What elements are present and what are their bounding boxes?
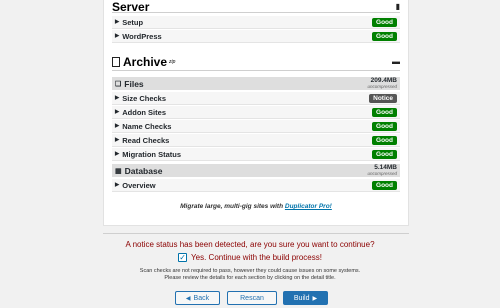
caret-right-icon: ▶ xyxy=(115,182,120,188)
row-label: Read Checks xyxy=(122,135,170,145)
arrow-right-icon: ▶ xyxy=(312,295,318,302)
row-label: Size Checks xyxy=(122,93,167,103)
confirm-label[interactable]: Yes. Continue with the build process! xyxy=(191,253,322,262)
confirm-build-checkbox-row[interactable]: ✓ Yes. Continue with the build process! xyxy=(0,253,500,262)
row-label: Setup xyxy=(122,17,144,27)
status-badge: Good xyxy=(372,122,397,131)
archive-type: zip xyxy=(169,59,176,65)
arrow-left-icon: ◀ xyxy=(185,295,191,302)
status-badge: Good xyxy=(372,32,397,41)
database-size-note: uncompressed xyxy=(367,171,397,176)
server-row-setup[interactable]: ▶ Setup Good xyxy=(112,16,400,29)
status-badge: Good xyxy=(372,108,397,117)
checkbox-checked-icon[interactable]: ✓ xyxy=(178,253,188,262)
files-icon: ❏ xyxy=(115,80,122,88)
scan-panel: Server ▮ ▶ Setup Good ▶ WordPress Good A… xyxy=(103,0,409,226)
caret-right-icon: ▶ xyxy=(115,19,120,25)
database-icon: ▮ xyxy=(395,2,400,11)
divider xyxy=(103,233,409,234)
row-label: Overview xyxy=(122,180,156,190)
notice-message: A notice status has been detected, are y… xyxy=(125,240,375,249)
caret-right-icon: ▶ xyxy=(115,109,120,115)
duplicator-pro-link[interactable]: Duplicator Pro! xyxy=(285,203,332,210)
files-group-header: ❏ Files 209.4MB uncompressed xyxy=(112,77,400,90)
promo-message: Migrate large, multi-gig sites with Dupl… xyxy=(180,203,332,210)
files-row-addon-sites[interactable]: ▶ Addon Sites Good xyxy=(112,106,400,119)
divider xyxy=(112,70,400,71)
divider xyxy=(112,12,400,13)
row-label: WordPress xyxy=(122,31,162,41)
row-label: Name Checks xyxy=(122,121,172,131)
files-row-read-checks[interactable]: ▶ Read Checks Good xyxy=(112,134,400,147)
database-group-header: ▦ Database 5.14MB uncompressed xyxy=(112,164,400,177)
caret-right-icon: ▶ xyxy=(115,137,120,143)
files-row-name-checks[interactable]: ▶ Name Checks Good xyxy=(112,120,400,133)
rescan-button[interactable]: Rescan xyxy=(227,291,277,305)
files-row-migration-status[interactable]: ▶ Migration Status Good xyxy=(112,148,400,161)
server-row-wordpress[interactable]: ▶ WordPress Good xyxy=(112,30,400,43)
table-icon: ▦ xyxy=(115,167,122,175)
archive-box-icon: ▬ xyxy=(392,57,400,66)
status-badge: Good xyxy=(372,150,397,159)
row-label: Migration Status xyxy=(122,149,181,159)
scan-help-text: Scan checks are not required to pass, ho… xyxy=(139,268,361,281)
back-button[interactable]: ◀ Back xyxy=(175,291,220,305)
caret-right-icon: ▶ xyxy=(115,123,120,129)
row-label: Addon Sites xyxy=(122,107,166,117)
files-size: 209.4MB xyxy=(370,77,397,84)
caret-right-icon: ▶ xyxy=(115,151,120,157)
build-button[interactable]: Build ▶ xyxy=(283,291,328,305)
database-row-overview[interactable]: ▶ Overview Good xyxy=(112,179,400,192)
files-row-size-checks[interactable]: ▶ Size Checks Notice xyxy=(112,92,400,105)
status-badge: Notice xyxy=(369,94,397,103)
database-size: 5.14MB xyxy=(374,164,397,171)
status-badge: Good xyxy=(372,136,397,145)
files-size-note: uncompressed xyxy=(367,84,397,89)
caret-right-icon: ▶ xyxy=(115,33,120,39)
file-zip-icon xyxy=(112,57,120,67)
status-badge: Good xyxy=(372,181,397,190)
status-badge: Good xyxy=(372,18,397,27)
archive-section-title[interactable]: Archive zip xyxy=(112,55,175,69)
caret-right-icon: ▶ xyxy=(115,95,120,101)
